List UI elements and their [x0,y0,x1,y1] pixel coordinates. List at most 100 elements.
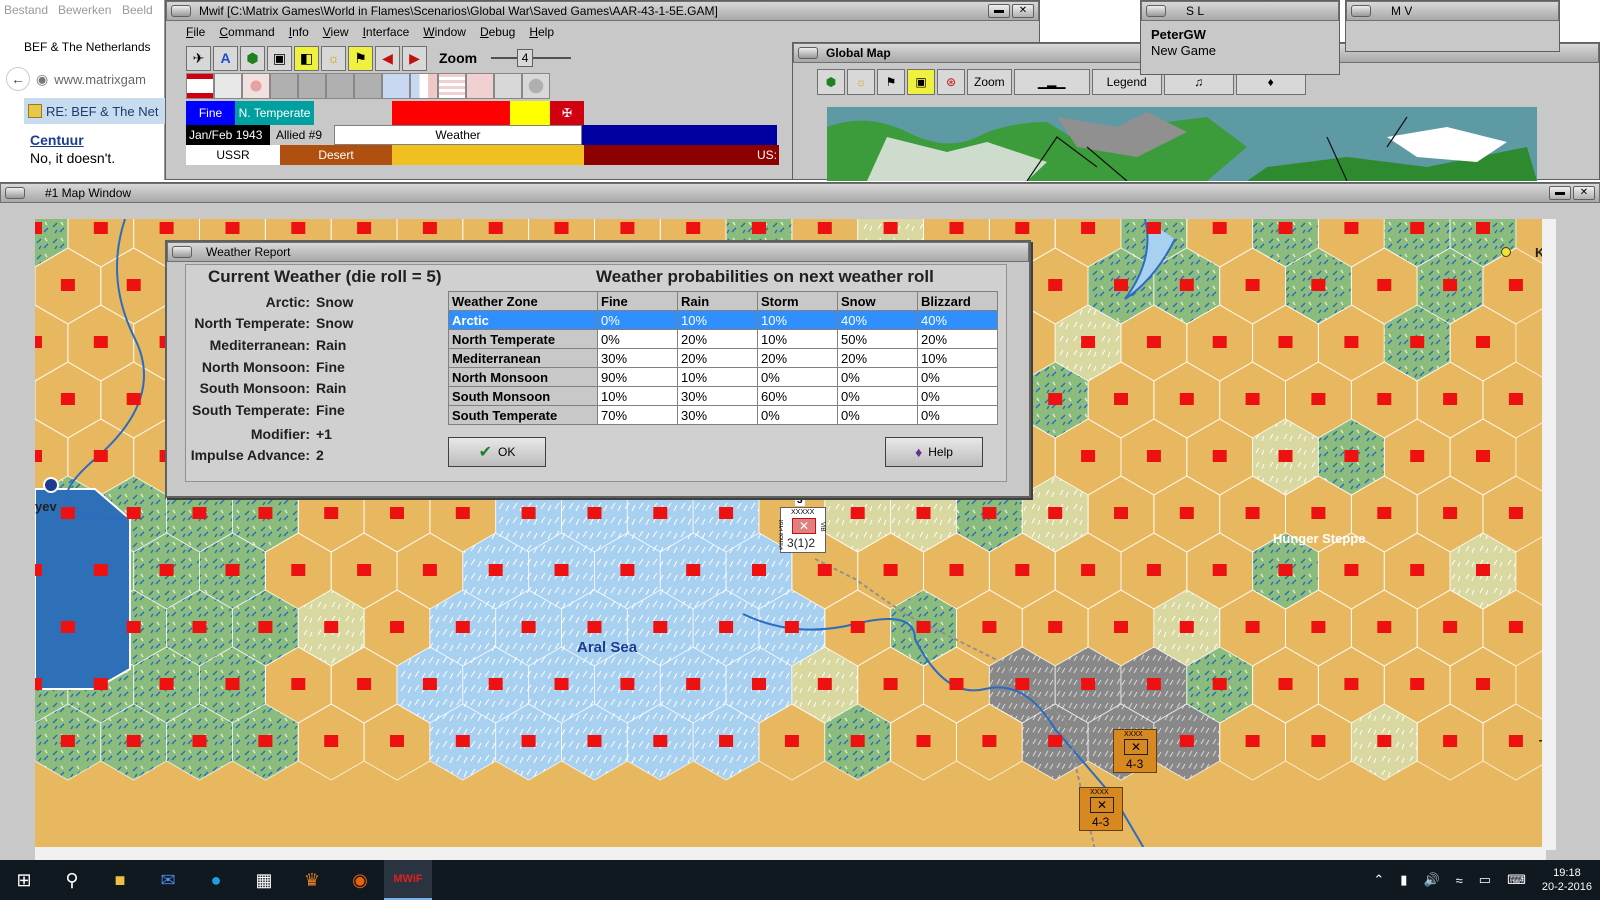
browser-tab[interactable]: BEF & The Netherlands [24,40,151,54]
zoom-label: Zoom [439,50,478,66]
table-row[interactable]: Mediterranean 30% 20% 20% 20% 10% [448,348,998,368]
help-button[interactable]: ♦ Help [885,437,983,467]
clock[interactable]: 19:18 20-2-2016 [1542,866,1592,894]
menu-file[interactable]: File [186,25,205,43]
forum-thread-row[interactable]: RE: BEF & The Net [24,98,165,124]
notification-icon[interactable]: ▭ [1479,872,1491,888]
window-grip-icon[interactable] [1146,5,1166,17]
flag-icon[interactable]: ⚑ [348,45,373,71]
minimize-button[interactable]: ▬ [1549,186,1571,200]
mwif-icon[interactable]: MWiF [384,860,432,900]
thermometer-icon[interactable]: ⊛ [937,69,965,95]
menu-bewerken[interactable]: Bewerken [58,3,111,17]
player-titlebar[interactable]: S L [1141,1,1339,21]
menu-window[interactable]: Window [423,25,466,43]
zoom-button[interactable]: Zoom [967,69,1012,95]
france-flag-icon[interactable] [410,73,438,99]
file-explorer-icon[interactable]: ■ [96,860,144,900]
close-button[interactable]: ✕ [1012,4,1034,18]
window-grip-icon[interactable] [1351,5,1371,17]
germany-flag-icon[interactable] [186,73,214,99]
keyboard-icon[interactable]: ⌨ [1507,872,1526,888]
table-row[interactable]: North Temperate 0% 20% 10% 50% 20% [448,329,998,349]
hex-icon[interactable]: ⬢ [240,45,265,71]
ok-button[interactable]: ✔ OK [448,437,546,467]
weather-icon[interactable]: ☼ [321,45,346,71]
unit-icon[interactable]: ▣ [907,69,935,95]
back-arrow-icon[interactable]: ◀ [375,45,400,71]
unit-counter-prince[interactable]: XXXXX ✕ 3(1)2 Prince Prot VIB [779,507,826,553]
menu-view[interactable]: View [323,25,349,43]
zoom-slider[interactable]: 4 [491,48,572,68]
current-weather-row: Arctic: Snow [186,291,366,313]
clock-time: 19:18 [1553,867,1581,879]
unit-icon[interactable]: ▣ [267,45,292,71]
uk-flag-icon[interactable] [382,73,410,99]
weather-yellow-band [392,145,584,165]
thunderbird-icon[interactable]: ✉ [144,860,192,900]
table-row[interactable]: South Monsoon 10% 30% 60% 0% 0% [448,386,998,406]
zoom-thumb[interactable]: 4 [517,49,534,67]
minimize-button[interactable]: ▬ [988,4,1010,18]
player-titlebar-2[interactable]: M V [1346,1,1559,21]
volume-icon[interactable]: 🔊 [1423,872,1439,888]
back-button[interactable]: ← [6,67,30,91]
hex-green-icon[interactable]: ⬢ [817,69,845,95]
ruler-icon[interactable]: ▁▂▁ [1013,69,1090,95]
help-label: Help [928,445,953,459]
weather-report-titlebar[interactable]: Weather Report [167,242,1029,262]
menu-interface[interactable]: Interface [363,25,410,43]
mwif-titlebar[interactable]: Mwif [C:\Matrix Games\World in Flames\Sc… [166,1,1039,21]
italy-flag-icon[interactable] [214,73,242,99]
map-horizontal-scrollbar[interactable] [35,847,1546,861]
page-icon[interactable]: ◧ [294,45,319,71]
weather-button[interactable]: Weather [334,125,582,145]
window-grip-icon[interactable] [172,246,192,258]
probability-cell: 10% [677,367,758,387]
menu-beeld[interactable]: Beeld [122,3,153,17]
window-grip-icon[interactable] [5,187,25,199]
chevron-up-icon[interactable]: ⌃ [1373,872,1384,888]
menu-help[interactable]: Help [529,25,554,43]
menu-debug[interactable]: Debug [480,25,515,43]
menu-bestand[interactable]: Bestand [4,3,48,17]
post-author-link[interactable]: Centuur [30,132,84,148]
wifi-icon[interactable]: ≈ [1456,873,1463,888]
weather-icon[interactable]: ☼ [847,69,875,95]
china-flag-icon[interactable] [494,73,522,99]
table-row[interactable]: South Temperate 70% 30% 0% 0% 0% [448,405,998,425]
japan-flag-icon[interactable] [242,73,270,99]
map-window-titlebar[interactable]: #1 Map Window ▬ ✕ [0,183,1600,203]
start-icon[interactable]: ⊞ [0,860,48,900]
skype-icon[interactable]: ● [192,860,240,900]
letter-a-icon[interactable]: A [213,45,238,71]
close-button[interactable]: ✕ [1573,186,1595,200]
minimap-terrain [827,107,1537,181]
blank-flag-icon-4[interactable] [354,73,382,99]
game-icon[interactable]: ♛ [288,860,336,900]
blank-flag-icon[interactable] [270,73,298,99]
menu-command[interactable]: Command [219,25,274,43]
firefox-icon[interactable]: ◉ [336,860,384,900]
usa-flag-icon[interactable] [438,73,466,99]
table-row[interactable]: North Monsoon 90% 10% 0% 0% 0% [448,367,998,387]
flag-icon[interactable]: ⚑ [877,69,905,95]
ship-flag-icon[interactable] [522,73,550,99]
menu-info[interactable]: Info [289,25,309,43]
global-minimap[interactable] [827,107,1537,181]
ussr-flag-icon[interactable] [466,73,494,99]
search-icon[interactable]: ⚲ [48,860,96,900]
map-vertical-scrollbar[interactable] [1542,219,1556,850]
battery-icon[interactable]: ▮ [1400,872,1407,888]
blank-flag-icon-2[interactable] [298,73,326,99]
unit-counter-56th[interactable]: XXXX ✕ 4-3 [1113,729,1157,773]
window-grip-icon[interactable] [798,47,818,59]
window-grip-icon[interactable] [171,5,191,17]
blank-flag-icon-3[interactable] [326,73,354,99]
unit-counter-22nd[interactable]: XXXX ✕ 4-3 [1079,787,1123,831]
url-field[interactable]: www.matrixgam [54,72,146,87]
table-row[interactable]: Arctic 0% 10% 10% 40% 40% [448,310,998,330]
forward-arrow-icon[interactable]: ▶ [402,45,427,71]
plane-icon[interactable]: ✈ [186,45,211,71]
notepad-icon[interactable]: ▦ [240,860,288,900]
